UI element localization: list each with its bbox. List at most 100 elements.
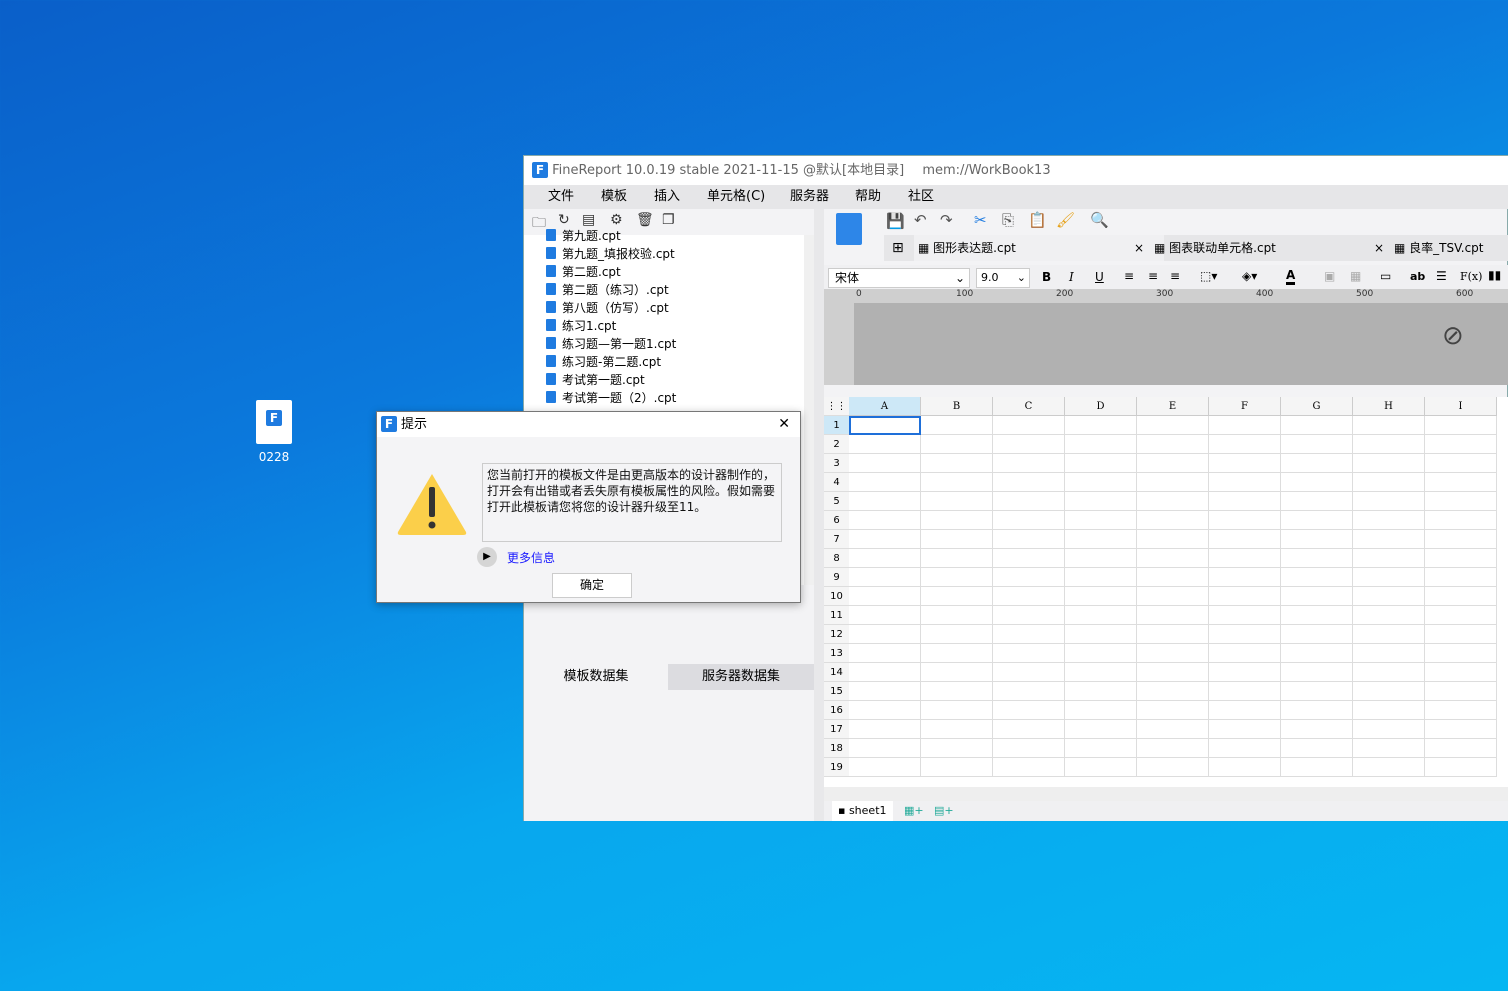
row-header[interactable]: 1	[824, 416, 849, 435]
cell[interactable]	[1065, 549, 1137, 568]
cell[interactable]	[993, 454, 1065, 473]
cell[interactable]	[1137, 454, 1209, 473]
cell[interactable]	[1137, 549, 1209, 568]
cell[interactable]	[1281, 758, 1353, 777]
fill-color-icon[interactable]: ◈▾	[1242, 269, 1257, 283]
cell[interactable]	[921, 435, 993, 454]
cell[interactable]	[1209, 492, 1281, 511]
cell[interactable]	[1137, 739, 1209, 758]
sheet-tab[interactable]: ▪ sheet1	[832, 801, 893, 821]
cell[interactable]	[993, 492, 1065, 511]
tab-server-dataset[interactable]: 服务器数据集	[668, 664, 814, 690]
file-item[interactable]: 考试第一题（2）.cpt	[546, 389, 676, 407]
merge-cells-icon[interactable]: ▣	[1324, 269, 1335, 283]
tab-yield-tsv[interactable]: ▦ 良率_TSV.cpt	[1394, 235, 1484, 261]
expand-arrow-icon[interactable]: ▶	[477, 547, 497, 567]
font-color-icon[interactable]: A	[1286, 268, 1296, 285]
redo-icon[interactable]: ↷	[940, 211, 953, 229]
cell[interactable]	[849, 625, 921, 644]
cell[interactable]	[993, 511, 1065, 530]
text-ab-button[interactable]: ab	[1410, 270, 1425, 283]
settings-icon[interactable]: ⚙	[610, 212, 623, 228]
row-header[interactable]: 8	[824, 549, 849, 568]
cell[interactable]	[993, 416, 1065, 435]
cell[interactable]	[921, 511, 993, 530]
formula-button[interactable]: F(x)	[1460, 270, 1482, 283]
cell[interactable]	[1353, 549, 1425, 568]
column-header[interactable]: E	[1137, 397, 1209, 416]
cell[interactable]	[1137, 644, 1209, 663]
cell[interactable]	[1209, 606, 1281, 625]
cut-icon[interactable]: ✂	[974, 211, 987, 229]
cell[interactable]	[993, 663, 1065, 682]
file-item[interactable]: 第九题_填报校验.cpt	[546, 245, 675, 263]
cell[interactable]	[921, 568, 993, 587]
column-header[interactable]: D	[1065, 397, 1137, 416]
cell[interactable]	[1137, 625, 1209, 644]
cell[interactable]	[849, 587, 921, 606]
spreadsheet-grid[interactable]: ⋮⋮ A B C D E F G H I 1 2 3 4 5 6 7 8 9 10 11 12 13 14 15 16 17 18 19	[824, 397, 1508, 787]
add-sheet-icon[interactable]: ▦+	[904, 801, 924, 821]
menu-file[interactable]: 文件	[548, 185, 574, 209]
cell[interactable]	[921, 701, 993, 720]
bold-button[interactable]: B	[1042, 270, 1051, 284]
save-icon[interactable]: 💾	[886, 212, 905, 230]
cell[interactable]	[993, 587, 1065, 606]
file-item[interactable]: 练习题-第二题.cpt	[546, 353, 661, 371]
cell[interactable]	[1065, 454, 1137, 473]
cell[interactable]	[1209, 473, 1281, 492]
ok-button[interactable]: 确定	[552, 573, 632, 598]
cell[interactable]	[1065, 739, 1137, 758]
menu-help[interactable]: 帮助	[855, 185, 881, 209]
border-icon[interactable]: ⬚▾	[1200, 269, 1217, 283]
cell[interactable]	[1209, 739, 1281, 758]
font-select[interactable]: 宋体 ⌄	[828, 268, 970, 288]
cell[interactable]	[1209, 530, 1281, 549]
cell[interactable]	[849, 511, 921, 530]
cell[interactable]	[1281, 625, 1353, 644]
cell[interactable]	[849, 682, 921, 701]
cell[interactable]	[849, 739, 921, 758]
cell[interactable]	[1425, 492, 1497, 511]
paste-icon[interactable]: 📋	[1028, 211, 1047, 229]
cell[interactable]	[993, 606, 1065, 625]
cell[interactable]	[1137, 663, 1209, 682]
cell[interactable]	[1065, 568, 1137, 587]
file-item[interactable]: 练习题—第一题1.cpt	[546, 335, 676, 353]
cell[interactable]	[1425, 416, 1497, 435]
tab-graph-expression[interactable]: ▦ 图形表达题.cpt	[914, 235, 1164, 261]
cell[interactable]	[1425, 587, 1497, 606]
cell[interactable]	[1065, 663, 1137, 682]
cell[interactable]	[1353, 530, 1425, 549]
column-header[interactable]: H	[1353, 397, 1425, 416]
cell[interactable]	[1425, 435, 1497, 454]
cell[interactable]	[993, 701, 1065, 720]
preview-icon[interactable]	[836, 213, 862, 245]
rich-text-icon[interactable]: ☰	[1436, 269, 1447, 283]
cell[interactable]	[921, 758, 993, 777]
cell[interactable]	[1209, 454, 1281, 473]
cell[interactable]	[921, 416, 993, 435]
cell[interactable]	[1353, 625, 1425, 644]
row-header[interactable]: 19	[824, 758, 849, 777]
chart-icon[interactable]: ▮▮	[1488, 268, 1501, 282]
cell[interactable]	[1425, 720, 1497, 739]
cell[interactable]	[1065, 530, 1137, 549]
cell[interactable]	[1281, 416, 1353, 435]
cell[interactable]	[921, 682, 993, 701]
cell[interactable]	[1137, 682, 1209, 701]
cell[interactable]	[1281, 492, 1353, 511]
cell[interactable]	[1425, 454, 1497, 473]
row-header[interactable]: 9	[824, 568, 849, 587]
cell[interactable]	[1065, 606, 1137, 625]
cell[interactable]	[849, 454, 921, 473]
cell[interactable]	[1065, 435, 1137, 454]
tab-close-icon[interactable]: ×	[1374, 235, 1384, 261]
tab-template-dataset[interactable]: 模板数据集	[524, 664, 668, 690]
cell[interactable]	[1281, 454, 1353, 473]
cell[interactable]	[849, 416, 921, 435]
cell[interactable]	[849, 663, 921, 682]
column-header[interactable]: B	[921, 397, 993, 416]
cell[interactable]	[1281, 435, 1353, 454]
cell[interactable]	[1065, 758, 1137, 777]
